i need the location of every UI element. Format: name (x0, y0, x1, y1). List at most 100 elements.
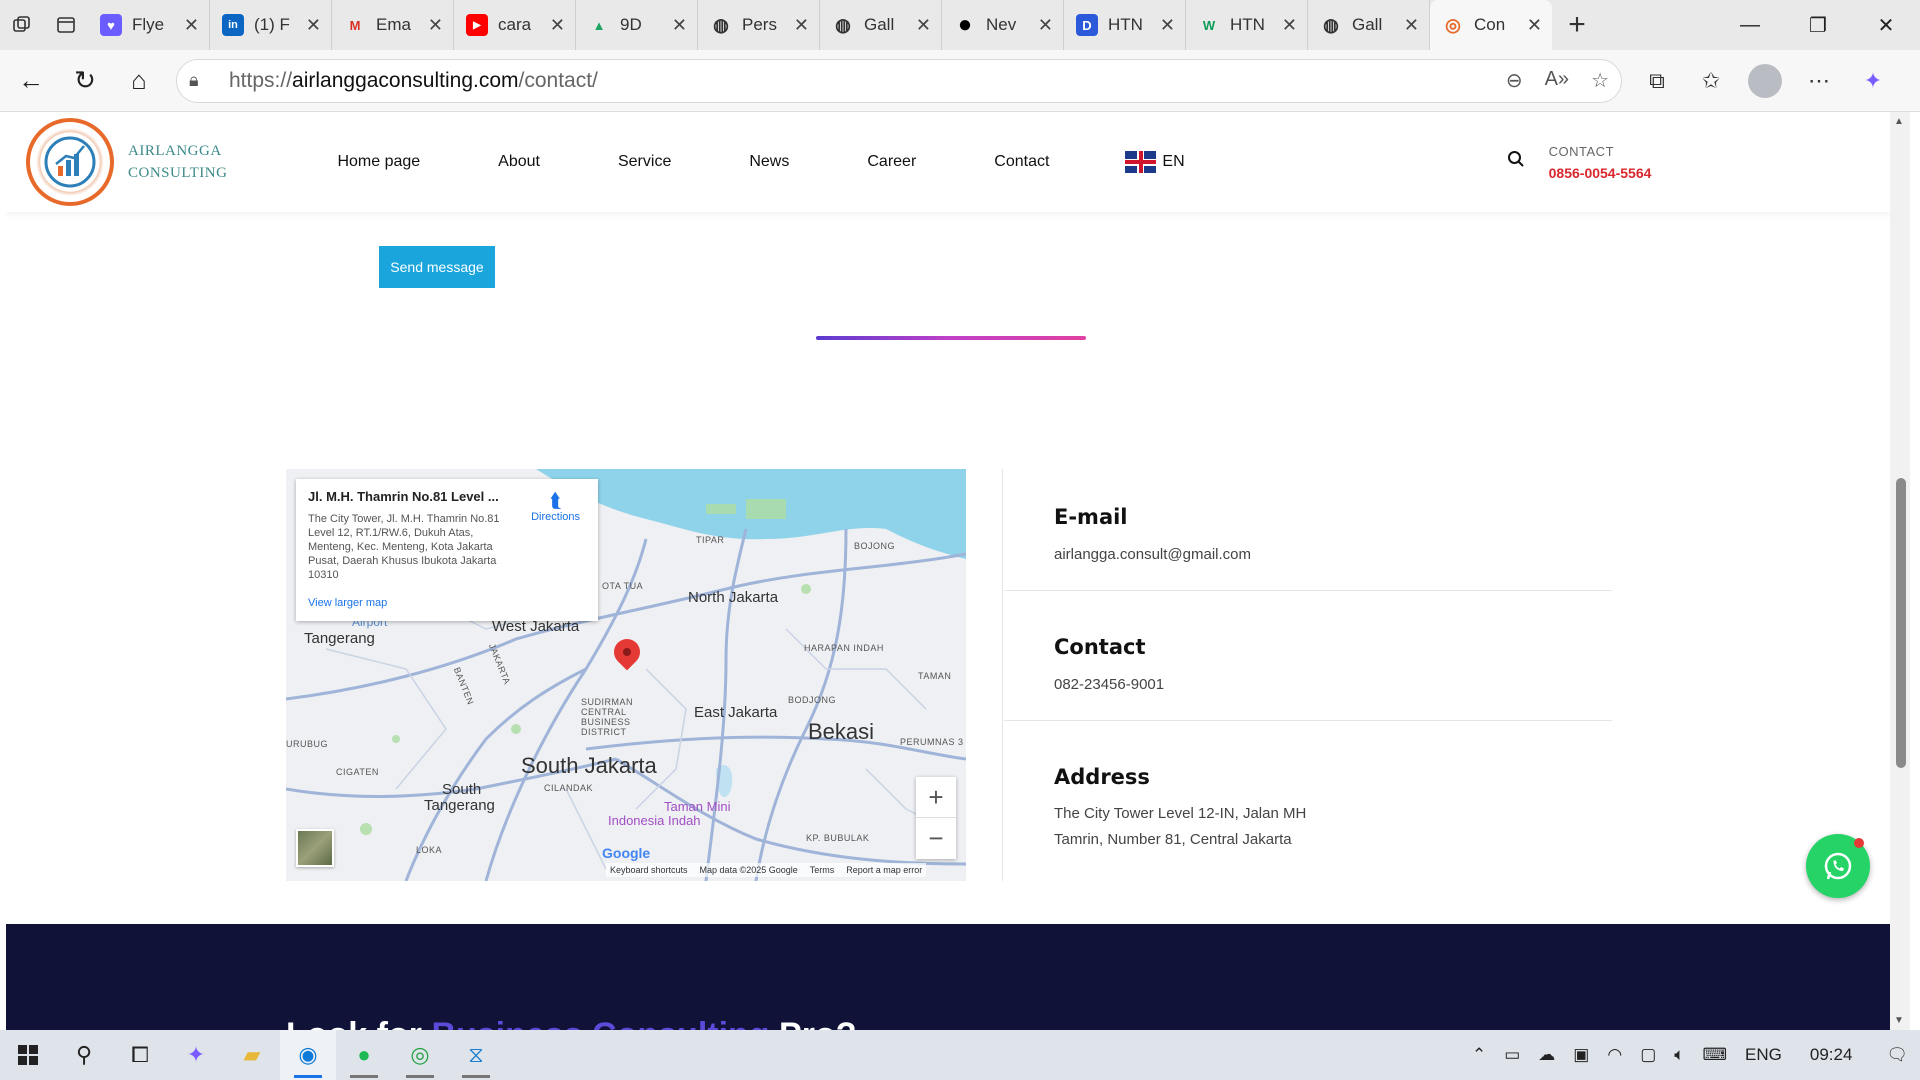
directions-button[interactable]: ⮬ Directions (531, 491, 580, 523)
battery-icon[interactable]: ▭ (1504, 1045, 1520, 1065)
close-tab-icon[interactable]: ✕ (916, 15, 931, 36)
notifications-icon[interactable]: 🗨︎ (1886, 1045, 1908, 1065)
copilot-taskbar-icon[interactable]: ✦ (168, 1030, 224, 1080)
spotify-icon[interactable]: ● (336, 1030, 392, 1080)
read-aloud-icon[interactable]: A» (1545, 68, 1569, 93)
close-tab-icon[interactable]: ✕ (672, 15, 687, 36)
url-host: airlanggaconsulting.com (292, 68, 519, 92)
start-icon[interactable] (0, 1030, 56, 1080)
zoom-out-icon[interactable]: − (916, 818, 956, 859)
view-larger-map-link[interactable]: View larger map (308, 597, 387, 609)
contact-value[interactable]: 082-23456-9001 (1054, 672, 1334, 698)
edge-browser-icon[interactable]: ◉ (280, 1030, 336, 1080)
clock[interactable]: 09:24 (1810, 1045, 1853, 1065)
scroll-down-icon[interactable]: ▼ (1894, 1015, 1904, 1026)
zoom-in-icon[interactable]: + (916, 777, 956, 818)
whatsapp-taskbar-icon[interactable]: ◎ (392, 1030, 448, 1080)
favorites-icon[interactable]: ✩ (1684, 54, 1738, 108)
page-scrollbar[interactable]: ▲ ▼ (1890, 112, 1910, 1030)
input-language[interactable]: ENG (1745, 1045, 1782, 1065)
vscode-icon[interactable]: ⧖ (448, 1030, 504, 1080)
browser-tab[interactable]: ◍ Pers ✕ (698, 0, 820, 50)
close-tab-icon[interactable]: ✕ (184, 15, 199, 36)
zoom-icon[interactable]: ⊖ (1506, 68, 1523, 93)
close-tab-icon[interactable]: ✕ (1404, 15, 1419, 36)
taskbar-search-icon[interactable]: ⚲ (56, 1030, 112, 1080)
close-tab-icon[interactable]: ✕ (1282, 15, 1297, 36)
browser-tab[interactable]: in (1) F ✕ (210, 0, 332, 50)
wifi-icon[interactable]: ◠ (1607, 1045, 1622, 1065)
menu-item-service[interactable]: Service (618, 153, 671, 171)
tab-title: (1) F (254, 15, 290, 34)
language-switcher[interactable]: EN (1125, 151, 1185, 173)
home-icon[interactable]: ⌂ (112, 54, 166, 108)
browser-tab-active[interactable]: ◎ Con ✕ (1430, 0, 1552, 50)
menu-item-news[interactable]: News (749, 153, 789, 171)
back-icon[interactable]: ← (4, 54, 58, 108)
keyboard-icon[interactable]: ⌨ (1702, 1045, 1727, 1065)
search-icon[interactable] (1507, 150, 1525, 174)
scrollbar-thumb[interactable] (1896, 478, 1906, 768)
browser-tab[interactable]: ▶ cara ✕ (454, 0, 576, 50)
volume-icon[interactable]: 🔈︎ (1674, 1045, 1684, 1065)
tab-actions-icon[interactable] (44, 0, 88, 50)
new-tab-icon[interactable]: + (1552, 0, 1602, 50)
close-tab-icon[interactable]: ✕ (1160, 15, 1175, 36)
favorite-star-icon[interactable]: ☆ (1591, 68, 1609, 93)
map-label: OTA TUA (602, 581, 644, 591)
brand-name[interactable]: AIRLANGGA CONSULTING (128, 140, 227, 184)
browser-tab[interactable]: W HTN ✕ (1186, 0, 1308, 50)
close-tab-icon[interactable]: ✕ (1038, 15, 1053, 36)
close-tab-icon[interactable]: ✕ (1527, 15, 1542, 36)
camera-icon[interactable]: ▢ (1640, 1045, 1656, 1065)
browser-tab[interactable]: ◍ Gall ✕ (1308, 0, 1430, 50)
url-text[interactable]: https://airlanggaconsulting.com/contact/ (229, 69, 598, 93)
more-menu-icon[interactable]: ⋯ (1792, 54, 1846, 108)
workspaces-icon[interactable] (0, 0, 44, 50)
profile-avatar[interactable] (1738, 54, 1792, 108)
close-tab-icon[interactable]: ✕ (794, 15, 809, 36)
copilot-icon[interactable]: ✦ (1846, 54, 1900, 108)
browser-tab[interactable]: ♥ Flye ✕ (88, 0, 210, 50)
refresh-icon[interactable]: ↻ (58, 54, 112, 108)
report-map-error-link[interactable]: Report a map error (846, 865, 922, 875)
restore-icon[interactable]: ❐ (1784, 0, 1852, 50)
address-bar[interactable]: 🔒︎ https://airlanggaconsulting.com/conta… (176, 58, 1622, 103)
menu-item-career[interactable]: Career (867, 153, 916, 171)
browser-tab[interactable]: ▲ 9D ✕ (576, 0, 698, 50)
browser-tab[interactable]: ● Nev ✕ (942, 0, 1064, 50)
map-label: Tangerang (424, 797, 495, 814)
embedded-map[interactable]: South Jakarta Bekasi North Jakarta West … (286, 469, 966, 881)
file-explorer-icon[interactable]: ▰ (224, 1030, 280, 1080)
menu-item-about[interactable]: About (498, 153, 540, 171)
send-message-button[interactable]: Send message (379, 246, 495, 288)
task-view-icon[interactable]: ⧠ (112, 1030, 168, 1080)
show-hidden-icons-icon[interactable]: ⌃ (1472, 1045, 1486, 1065)
menu-item-home[interactable]: Home page (337, 153, 420, 171)
email-value[interactable]: airlangga.consult@gmail.com (1054, 542, 1334, 568)
close-tab-icon[interactable]: ✕ (306, 15, 321, 36)
map-place-address: The City Tower, Jl. M.H. Thamrin No.81 L… (308, 513, 500, 581)
minimize-icon[interactable]: — (1716, 0, 1784, 50)
header-contact-phone[interactable]: 0856-0054-5564 (1549, 165, 1652, 181)
browser-tab[interactable]: ◍ Gall ✕ (820, 0, 942, 50)
keyboard-shortcuts-link[interactable]: Keyboard shortcuts (610, 865, 688, 875)
close-tab-icon[interactable]: ✕ (428, 15, 443, 36)
close-tab-icon[interactable]: ✕ (550, 15, 565, 36)
browser-tab[interactable]: M Ema ✕ (332, 0, 454, 50)
extensions-icon[interactable]: ⧉ (1630, 54, 1684, 108)
map-label: Indonesia Indah (608, 813, 701, 828)
menu-item-contact[interactable]: Contact (994, 153, 1049, 171)
browser-tab[interactable]: D HTN ✕ (1064, 0, 1186, 50)
notification-dot (1854, 838, 1864, 848)
onedrive-icon[interactable]: ☁ (1538, 1045, 1555, 1065)
satellite-toggle[interactable] (296, 829, 334, 867)
terms-link[interactable]: Terms (810, 865, 835, 875)
close-window-icon[interactable]: ✕ (1852, 0, 1920, 50)
header-contact: CONTACT 0856-0054-5564 (1549, 144, 1652, 181)
scroll-up-icon[interactable]: ▲ (1894, 116, 1904, 127)
display-icon[interactable]: ▣ (1573, 1045, 1589, 1065)
site-info-icon[interactable]: 🔒︎ (189, 70, 217, 91)
whatsapp-chat-button[interactable] (1806, 834, 1870, 898)
company-logo[interactable] (26, 118, 114, 206)
